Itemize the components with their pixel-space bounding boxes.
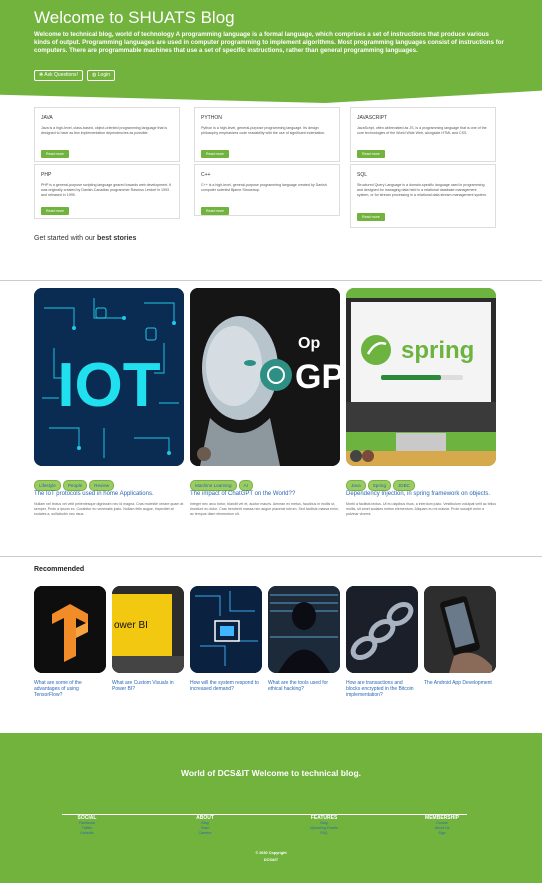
recommended-image[interactable] [346, 586, 418, 673]
story-image-spring[interactable]: spring [346, 288, 496, 466]
card-desc: Python is a high-level, general-purpose … [201, 126, 326, 135]
recommended-heading: Recommended [34, 566, 85, 573]
ask-questions-button[interactable]: ❋ Ask Questions! [34, 70, 83, 81]
read-more-button[interactable]: Read more [201, 207, 229, 215]
svg-text:GP: GP [295, 358, 340, 396]
hacker-image [268, 586, 340, 673]
recommended-item[interactable]: What are some of the advantages of using… [34, 586, 106, 698]
copyright: © 2030 Copyright [255, 851, 287, 855]
get-started-prefix: Get started with our [34, 235, 96, 242]
tag[interactable]: JDBC [393, 480, 415, 491]
divider [0, 280, 542, 281]
story-desc: Nullam vel lectus vel velit pellentesque… [34, 502, 184, 516]
card-desc: JavaScript, often abbreviated as JS, is … [357, 126, 487, 135]
recommended-item[interactable]: ower BI What are Custom Visuals in Power… [112, 586, 184, 692]
footer: World of DCS&IT Welcome to technical blo… [0, 733, 542, 883]
story-title[interactable]: The IoT protocols used in home Applicati… [34, 491, 184, 497]
card-title: PYTHON [201, 115, 222, 121]
card-desc: Java is a high-level, class-based, objec… [41, 126, 168, 135]
svg-text:spring: spring [401, 337, 474, 364]
card-sql: SQL Structured Query Language is a domai… [350, 164, 496, 228]
tag[interactable]: Lifestyle [34, 480, 61, 491]
phone-image [424, 586, 496, 673]
recommended-image[interactable] [34, 586, 106, 673]
recommended-item[interactable]: How will the system respond to increased… [190, 586, 262, 692]
tag[interactable]: AI [238, 480, 253, 491]
card-title: PHP [41, 172, 52, 178]
read-more-button[interactable]: Read more [357, 150, 385, 158]
card-python: PYTHON Python is a high-level, general-p… [194, 107, 340, 162]
story-card-chatgpt[interactable]: Op GP Machine Learning AI The impact of C… [190, 288, 340, 517]
blockchain-image [346, 586, 418, 673]
recommended-item[interactable]: How are transactions and blocks encrypte… [346, 586, 418, 698]
hero-description: Welcome to technical blog, world of tech… [34, 31, 504, 54]
laptop-image: spring [346, 288, 496, 466]
get-started-heading: Get started with our best stories [34, 235, 136, 242]
story-desc: Integer nec arcu tortor, blandit vel et,… [190, 502, 339, 516]
recommended-item[interactable]: What are the tools used for ethical hack… [268, 586, 340, 692]
card-java: JAVA Java is a high-level, class-based, … [34, 107, 180, 162]
card-php: PHP PHP is a general-purpose scripting l… [34, 164, 180, 219]
story-title[interactable]: Dependency Injection, in spring framewor… [346, 491, 496, 497]
footer-link[interactable]: Linkedin [47, 831, 127, 836]
read-more-button[interactable]: Read more [41, 207, 69, 215]
story-card-iot[interactable]: IOT Lifestyle People Review The IoT protoc… [34, 288, 184, 517]
card-title: SQL [357, 172, 368, 178]
tag[interactable]: People [62, 480, 88, 491]
tensorflow-image [34, 586, 106, 673]
recommended-image[interactable] [268, 586, 340, 673]
tag[interactable]: Java [346, 480, 366, 491]
login-button[interactable]: ◍ Login [87, 70, 115, 81]
get-started-bold: best stories [97, 235, 137, 242]
svg-text:ower BI: ower BI [114, 620, 148, 631]
card-desc: Structured Query Language is a domain-sp… [357, 183, 487, 197]
recommended-title[interactable]: How are transactions and blocks encrypte… [346, 680, 418, 698]
svg-text:IOT: IOT [57, 351, 160, 420]
story-image-chatgpt[interactable]: Op GP [190, 288, 340, 466]
robot-image: Op GP [190, 288, 340, 466]
footer-org: DCS&IT [263, 858, 279, 862]
tag[interactable]: Machine Learning [190, 480, 237, 491]
footer-col-features: FEATURES Blog Upcoming Events FAQ [284, 815, 364, 836]
story-title[interactable]: The impact of ChatGPT on the World?? [190, 491, 340, 497]
tag[interactable]: Spring [367, 480, 391, 491]
footer-title: World of DCS&IT Welcome to technical blo… [180, 768, 362, 778]
card-desc: PHP is a general-purpose scripting langu… [41, 183, 172, 197]
footer-link[interactable]: Sign [402, 831, 482, 836]
svg-text:Op: Op [298, 335, 320, 352]
story-card-spring[interactable]: spring Java Spring JDBC Dependency Injecti… [346, 288, 496, 517]
recommended-image[interactable] [424, 586, 496, 673]
server-image [190, 586, 262, 673]
footer-link[interactable]: FAQ [284, 831, 364, 836]
story-desc: Morbi a facilisis lectus. Ut eu dapibus … [346, 502, 497, 516]
circuit-image: IOT [34, 288, 184, 466]
recommended-title[interactable]: The Android App Development [424, 680, 496, 686]
footer-col-about: ABOUT Blog Team Careers [165, 815, 245, 836]
recommended-item[interactable]: The Android App Development [424, 586, 496, 686]
card-title: JAVA [41, 115, 53, 121]
read-more-button[interactable]: Read more [201, 150, 229, 158]
recommended-image[interactable] [190, 586, 262, 673]
powerbi-image: ower BI [112, 586, 184, 673]
tag[interactable]: Review [89, 480, 115, 491]
recommended-image[interactable]: ower BI [112, 586, 184, 673]
story-image-iot[interactable]: IOT [34, 288, 184, 466]
recommended-title[interactable]: How will the system respond to increased… [190, 680, 262, 692]
recommended-title[interactable]: What are Custom Visuals in Power BI? [112, 680, 184, 692]
recommended-title[interactable]: What are some of the advantages of using… [34, 680, 106, 698]
footer-col-social: SOCIAL Facebook Twitter Linkedin [47, 815, 127, 836]
recommended-title[interactable]: What are the tools used for ethical hack… [268, 680, 340, 692]
divider [0, 556, 542, 557]
card-title: JAVASCRIPT [357, 115, 388, 121]
read-more-button[interactable]: Read more [41, 150, 69, 158]
footer-link[interactable]: Careers [165, 831, 245, 836]
card-title: C++ [201, 172, 211, 178]
footer-col-membership: MEMBERSHIP Course About Us Sign [402, 815, 482, 836]
read-more-button[interactable]: Read more [357, 213, 385, 221]
hero-title: Welcome to SHUATS Blog [34, 8, 235, 27]
card-javascript: JAVASCRIPT JavaScript, often abbreviated… [350, 107, 496, 162]
card-desc: C++ is a high-level, general-purpose pro… [201, 183, 327, 192]
card-cpp: C++ C++ is a high-level, general-purpose… [194, 164, 340, 216]
